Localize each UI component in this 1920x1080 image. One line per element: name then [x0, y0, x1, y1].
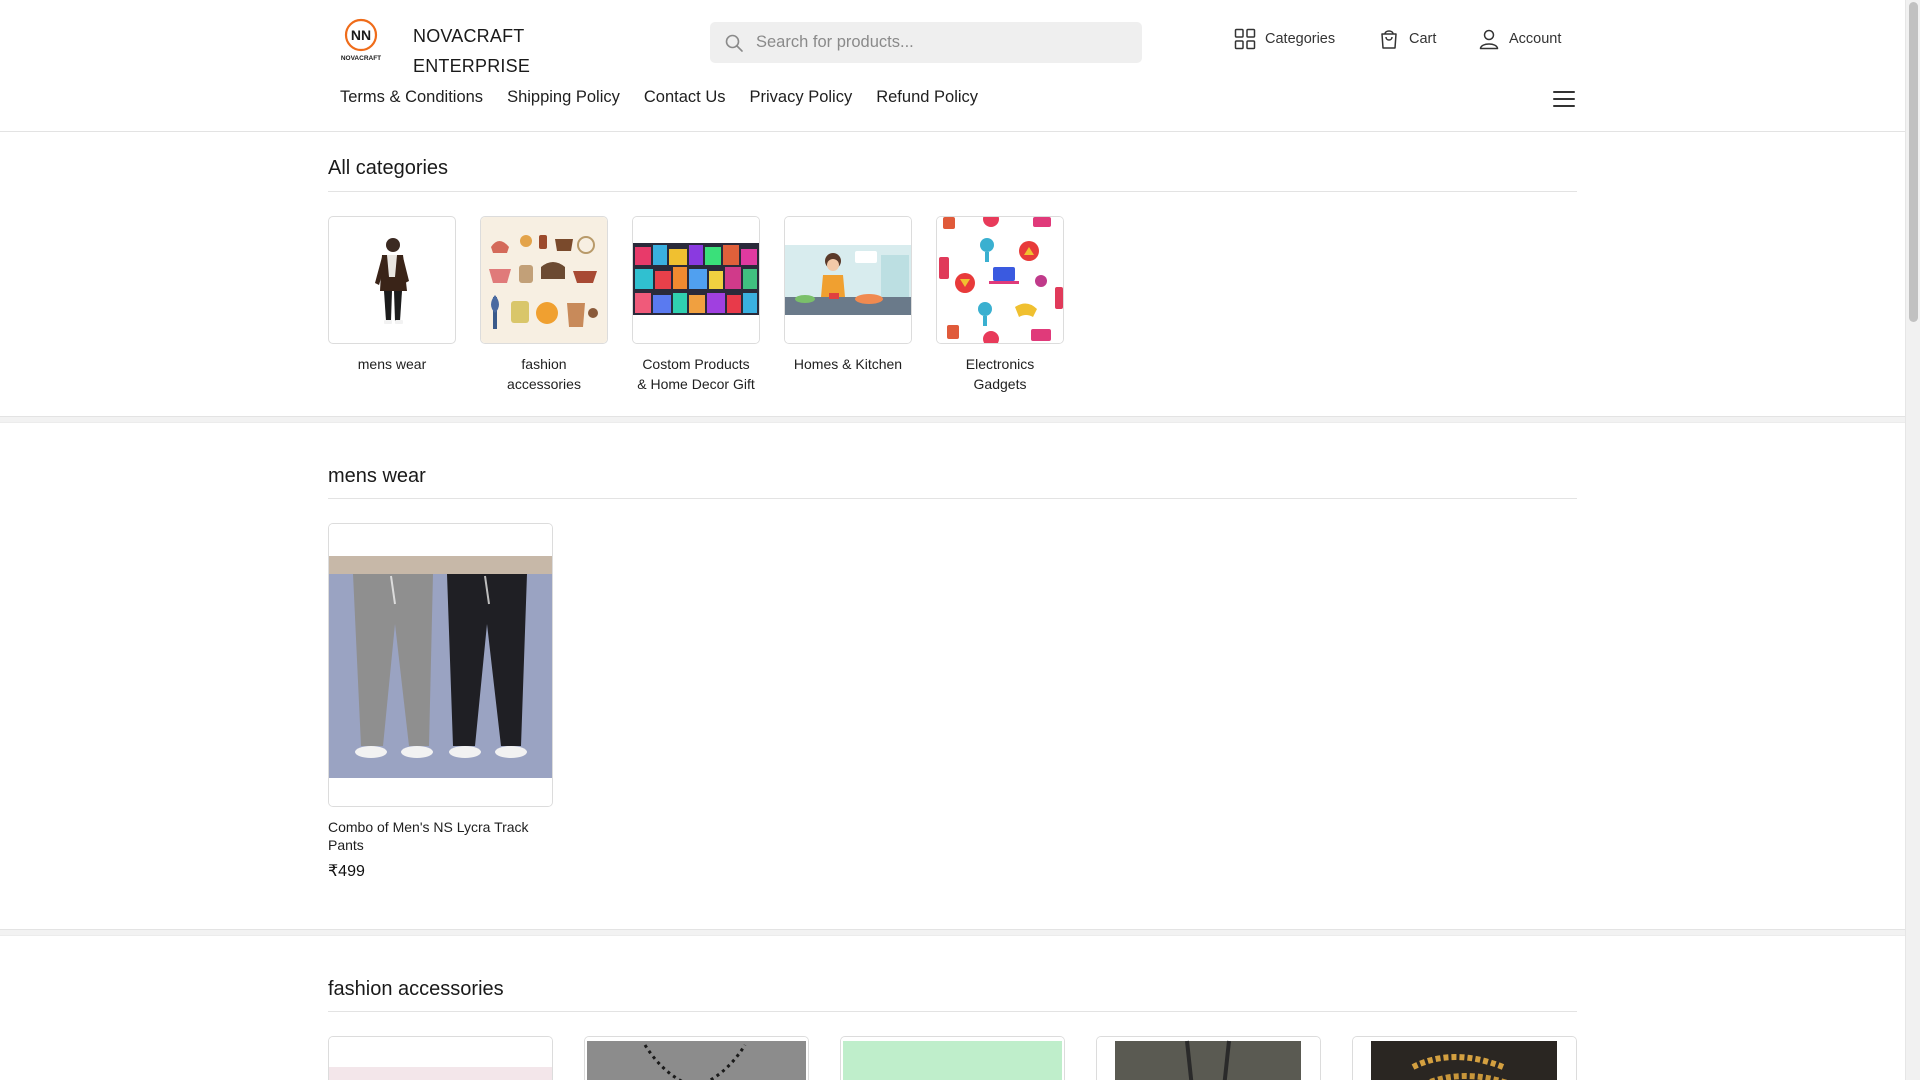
- shopping-bag-icon: [1381, 30, 1397, 49]
- category-label: Electronics: [965, 356, 1035, 372]
- category-image: [632, 216, 760, 344]
- category-fashion-accessories[interactable]: fashion accessories: [480, 216, 608, 394]
- mens-wear-section-title: mens wear: [328, 465, 426, 487]
- grid-icon: [1234, 28, 1256, 50]
- cart-label: Cart: [1409, 31, 1437, 47]
- category-label: Costom Products: [642, 356, 750, 372]
- divider: [328, 191, 1577, 192]
- category-image: [480, 216, 608, 344]
- category-image: [936, 216, 1064, 344]
- category-image: [784, 216, 912, 344]
- categories-button[interactable]: Categories: [1234, 28, 1335, 50]
- category-custom-products-home-decor-gift[interactable]: Costom Products & Home Decor Gift: [632, 216, 760, 394]
- product-image: [328, 523, 553, 807]
- search-input[interactable]: [756, 33, 1116, 52]
- kitchen-illustration-image: [785, 217, 911, 343]
- search-bar: [710, 22, 1142, 63]
- man-figure-image: [375, 238, 409, 324]
- category-label-line-2: Gadgets: [973, 376, 1027, 392]
- category-label-line-2: accessories: [507, 376, 581, 392]
- all-categories-title: All categories: [328, 157, 449, 179]
- search-icon: [725, 34, 743, 52]
- category-electronics-gadgets[interactable]: Electronics Gadgets: [936, 216, 1064, 394]
- nav-privacy-policy[interactable]: Privacy Policy: [750, 88, 853, 107]
- product-price: ₹499: [328, 863, 365, 880]
- category-label: Homes & Kitchen: [793, 356, 903, 372]
- section-separator: [0, 416, 1905, 423]
- hamburger-menu-icon[interactable]: [1553, 90, 1575, 108]
- brand-line-1: NOVACRAFT: [413, 26, 525, 46]
- category-mens-wear[interactable]: mens wear: [328, 216, 456, 374]
- product-card[interactable]: [1096, 1036, 1321, 1080]
- scrollbar[interactable]: [1905, 0, 1920, 1080]
- cart-button[interactable]: Cart: [1378, 28, 1436, 50]
- category-image: [328, 216, 456, 344]
- product-card[interactable]: [328, 1036, 553, 1080]
- product-name-line-2: Pants: [328, 837, 364, 853]
- category-label-line-2: & Home Decor Gift: [637, 376, 755, 392]
- accessories-collage-image: [481, 217, 607, 343]
- product-image: [329, 1037, 552, 1080]
- nav-terms-conditions[interactable]: Terms & Conditions: [340, 88, 483, 107]
- section-separator: [0, 929, 1905, 936]
- product-image: [1353, 1037, 1576, 1080]
- gift-boxes-image: [633, 217, 759, 343]
- site-header: NN NOVACRAFT NOVACRAFT ENTERPRISE Catego…: [0, 0, 1905, 132]
- product-card[interactable]: [584, 1036, 809, 1080]
- category-homes-kitchen[interactable]: Homes & Kitchen: [784, 216, 912, 374]
- fashion-accessories-section-title: fashion accessories: [328, 978, 504, 1000]
- product-card[interactable]: [1352, 1036, 1577, 1080]
- page: NN NOVACRAFT NOVACRAFT ENTERPRISE Catego…: [0, 0, 1905, 1080]
- product-image: [585, 1037, 808, 1080]
- category-label: fashion: [521, 356, 567, 372]
- product-image: [1097, 1037, 1320, 1080]
- account-button[interactable]: Account: [1478, 28, 1561, 50]
- divider: [328, 1011, 1577, 1012]
- nav-shipping-policy[interactable]: Shipping Policy: [507, 88, 620, 107]
- track-pants-image: [329, 524, 552, 806]
- brand-logo[interactable]: NN NOVACRAFT: [335, 16, 387, 64]
- scrollbar-thumb[interactable]: [1909, 2, 1918, 322]
- user-icon: [1479, 29, 1499, 50]
- svg-text:NN: NN: [351, 27, 371, 43]
- product-image: [841, 1037, 1064, 1080]
- policy-nav: Terms & Conditions Shipping Policy Conta…: [340, 88, 978, 107]
- account-label: Account: [1509, 31, 1562, 47]
- category-label: mens wear: [357, 356, 427, 372]
- brand-line-2: ENTERPRISE: [413, 56, 531, 76]
- nav-contact-us[interactable]: Contact Us: [644, 88, 726, 107]
- product-name: Combo of Men's NS Lycra Track: [328, 819, 529, 835]
- divider: [328, 498, 1577, 499]
- brand-name[interactable]: NOVACRAFT ENTERPRISE: [413, 21, 530, 81]
- gadgets-pattern-image: [937, 217, 1063, 343]
- categories-label: Categories: [1265, 31, 1336, 47]
- product-card[interactable]: Combo of Men's NS Lycra Track Pants ₹499: [328, 523, 553, 881]
- product-card[interactable]: [840, 1036, 1065, 1080]
- svg-text:NOVACRAFT: NOVACRAFT: [341, 55, 381, 62]
- nav-refund-policy[interactable]: Refund Policy: [876, 88, 978, 107]
